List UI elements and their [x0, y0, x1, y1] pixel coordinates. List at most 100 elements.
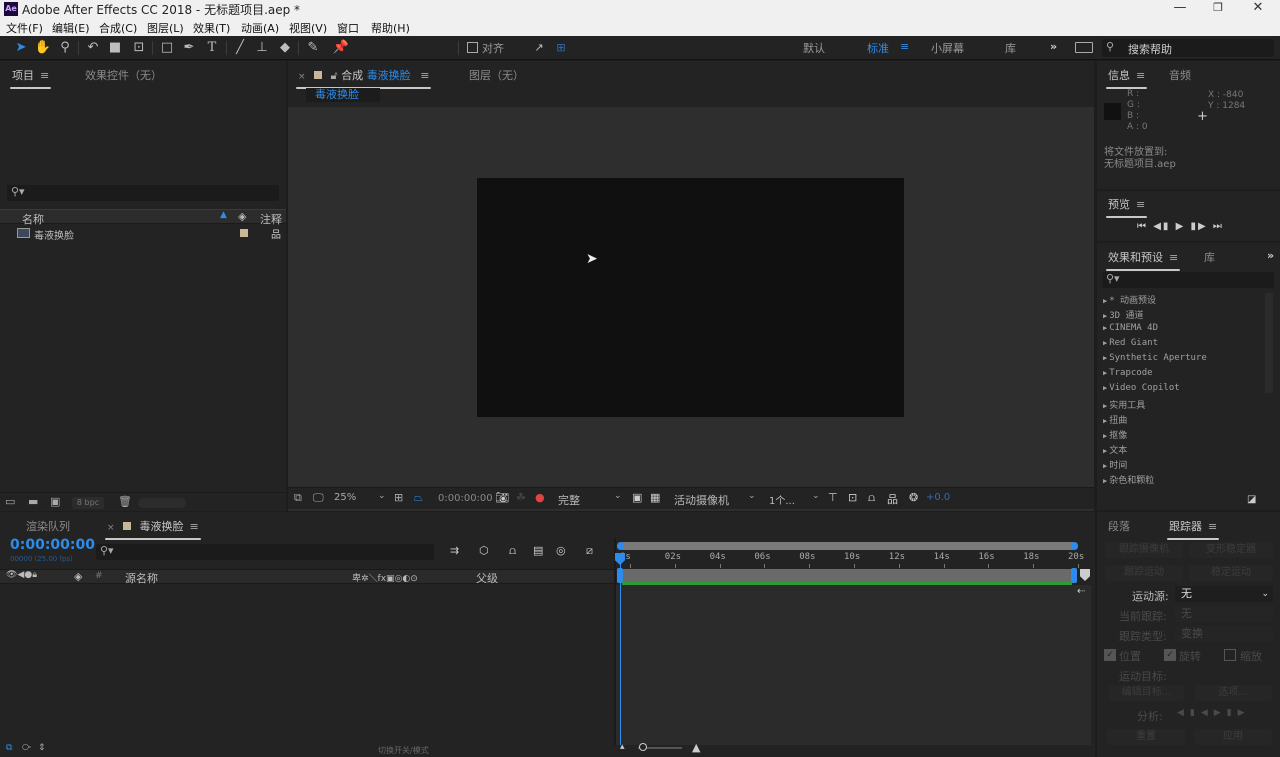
snap-feature-icon[interactable]: ⊞ [552, 39, 570, 57]
transparency-grid-icon[interactable]: ▦ [650, 491, 660, 504]
tab-info[interactable]: 信息 ≡ [1105, 67, 1148, 89]
edit-target-button[interactable]: 编辑目标... [1109, 685, 1184, 701]
tab-libraries[interactable]: 库 [1204, 249, 1215, 265]
work-area-bar[interactable] [620, 569, 1074, 582]
effects-list-item[interactable]: * 动画预设 [1103, 293, 1156, 306]
workspace-default[interactable]: 默认 [803, 40, 825, 56]
menu-file[interactable]: 文件(F) [6, 20, 43, 36]
magnification-select[interactable]: 25% [334, 492, 356, 503]
chevron-down-icon[interactable]: ⌄ [378, 491, 386, 501]
workspace-menu-icon[interactable]: ≡ [900, 40, 909, 53]
rotation-checkbox[interactable]: ✓ [1164, 649, 1176, 661]
tab-effect-controls[interactable]: 效果控件（无） [85, 67, 162, 83]
resolution-select[interactable]: 完整 [558, 492, 580, 508]
effects-list-item[interactable]: 3D 通道 [1103, 308, 1143, 321]
tab-project[interactable]: 项目 ≡ [9, 67, 52, 89]
workspace-standard[interactable]: 标准 [867, 40, 889, 56]
rotation-tool-icon[interactable]: ↶ [84, 39, 102, 57]
camera-tool-icon[interactable]: ■ [106, 39, 124, 57]
menu-layer[interactable]: 图层(L) [147, 20, 184, 36]
selection-tool-icon[interactable]: ➤ [12, 39, 30, 57]
analyze-forward-icon[interactable]: ▶ [1214, 708, 1227, 718]
options-button[interactable]: 选项... [1194, 685, 1272, 701]
title-action-safe-icon[interactable]: ⊞ [394, 491, 403, 504]
effects-list-item[interactable]: 实用工具 [1103, 398, 1145, 411]
navigator-end-handle[interactable] [1071, 542, 1078, 550]
expand-in-out-icon[interactable]: ⇕ [38, 743, 46, 753]
roto-brush-tool-icon[interactable]: ✎ [304, 39, 322, 57]
new-folder-icon[interactable]: ▬ [28, 495, 38, 508]
effects-list-item[interactable]: 时间 [1103, 458, 1127, 471]
current-time-display[interactable]: 0:00:00:00 [438, 493, 493, 504]
last-frame-icon[interactable]: ⏭ [1213, 221, 1224, 232]
navigator-start-handle[interactable] [617, 542, 624, 550]
tab-effects-presets[interactable]: 效果和预设 ≡ [1105, 249, 1181, 271]
analyze-back-frame-icon[interactable]: ◀▮ [1177, 708, 1201, 718]
column-source-name[interactable]: 源名称 [125, 570, 158, 586]
menu-window[interactable]: 窗口 [337, 20, 359, 36]
fast-previews-icon[interactable]: ⊡ [848, 491, 857, 504]
comp-marker-bin-icon[interactable] [1080, 569, 1090, 581]
project-item-row[interactable]: 毒液换脸 品 [0, 226, 286, 242]
puppet-pin-tool-icon[interactable]: 📌 [332, 39, 350, 57]
layer-search-input[interactable]: ⚲▾ [96, 544, 434, 560]
pixel-aspect-icon[interactable]: ⊤ [828, 491, 838, 504]
warp-stabilizer-button[interactable]: 变形稳定器 [1189, 542, 1273, 558]
tab-tracker[interactable]: 跟踪器 ≡ [1166, 518, 1220, 540]
tab-preview[interactable]: 预览 ≡ [1105, 196, 1148, 218]
menu-help[interactable]: 帮助(H) [371, 20, 410, 36]
layer-track-area[interactable] [616, 585, 1091, 745]
menu-view[interactable]: 视图(V) [289, 20, 327, 36]
zoom-tool-icon[interactable]: ⚲ [56, 39, 74, 57]
tab-composition[interactable]: × 🔓︎ 合成 毒液换脸 ≡ [295, 67, 432, 89]
track-type-select[interactable]: 变换 [1175, 626, 1273, 642]
prev-frame-icon[interactable]: ◀▮ [1153, 221, 1170, 232]
effects-list-item[interactable]: 文本 [1103, 443, 1127, 456]
layer-switches-icons[interactable]: 卑✲＼fx▣◎◐⊙ [352, 571, 418, 584]
type-tool-icon[interactable]: T [203, 39, 221, 57]
new-preset-icon[interactable]: ◪ [1247, 494, 1256, 505]
position-checkbox[interactable]: ✓ [1104, 649, 1116, 661]
comp-button-icon[interactable]: ⇠ [1077, 586, 1085, 597]
zoom-slider-thumb[interactable] [639, 743, 647, 751]
snap-options-icon[interactable]: ↗ [530, 39, 548, 57]
color-channel-icon[interactable]: ● [535, 491, 545, 504]
column-number[interactable]: # [95, 571, 103, 581]
tab-timeline-comp[interactable]: × 毒液换脸 ≡ [105, 518, 201, 540]
av-switches-icons[interactable]: 👁︎◀●🔒︎ [6, 570, 37, 580]
menu-effect[interactable]: 效果(T) [193, 20, 230, 36]
effects-list-item[interactable]: Trapcode [1103, 368, 1152, 378]
chevron-down-icon[interactable]: ⌄ [812, 491, 820, 501]
monitor-icon[interactable]: 🖵︎ [313, 491, 324, 505]
stabilize-motion-button[interactable]: 稳定运动 [1189, 565, 1273, 581]
view-layout-select[interactable]: 1个... [769, 492, 795, 507]
effects-list-item[interactable]: 扭曲 [1103, 413, 1127, 426]
new-composition-icon[interactable]: ▣ [50, 495, 60, 508]
first-frame-icon[interactable]: ⏮ [1137, 221, 1148, 232]
current-timecode[interactable]: 0:00:00:00 [10, 537, 95, 553]
time-navigator-bar[interactable] [620, 542, 1076, 550]
toggle-switches-modes-button[interactable]: 切换开关/模式 [378, 745, 429, 756]
workspace-overflow-button[interactable]: » [1050, 40, 1057, 53]
tab-render-queue[interactable]: 渲染队列 [26, 518, 70, 534]
label-tag-icon[interactable]: ◈ [74, 570, 82, 583]
timeline-icon[interactable]: ⩍ [868, 491, 875, 505]
menu-animation[interactable]: 动画(A) [241, 20, 279, 36]
menu-composition[interactable]: 合成(C) [99, 20, 137, 36]
tab-paragraph[interactable]: 段落 [1108, 518, 1130, 534]
zoom-out-icon[interactable]: ▴ [620, 742, 625, 752]
delete-icon[interactable]: 🗑 [118, 495, 132, 508]
close-tab-icon[interactable]: × [107, 523, 115, 533]
effects-list-item[interactable]: CINEMA 4D [1103, 323, 1158, 333]
next-frame-icon[interactable]: ▮▶ [1190, 221, 1207, 232]
reset-button[interactable]: 重置 [1107, 729, 1185, 745]
tab-audio[interactable]: 音频 [1169, 67, 1191, 83]
camera-view-select[interactable]: 活动摄像机 [674, 492, 729, 508]
reset-exposure-icon[interactable]: ❂ [909, 491, 918, 504]
clone-stamp-tool-icon[interactable]: ⊥ [253, 39, 271, 57]
analyze-forward-frame-icon[interactable]: ▮▶ [1227, 708, 1251, 718]
brush-tool-icon[interactable]: ╱ [231, 39, 249, 57]
thumbnail-slider[interactable] [138, 498, 186, 508]
effects-list-item[interactable]: Video Copilot [1103, 383, 1179, 393]
panel-overflow-icon[interactable]: » [1267, 249, 1274, 262]
